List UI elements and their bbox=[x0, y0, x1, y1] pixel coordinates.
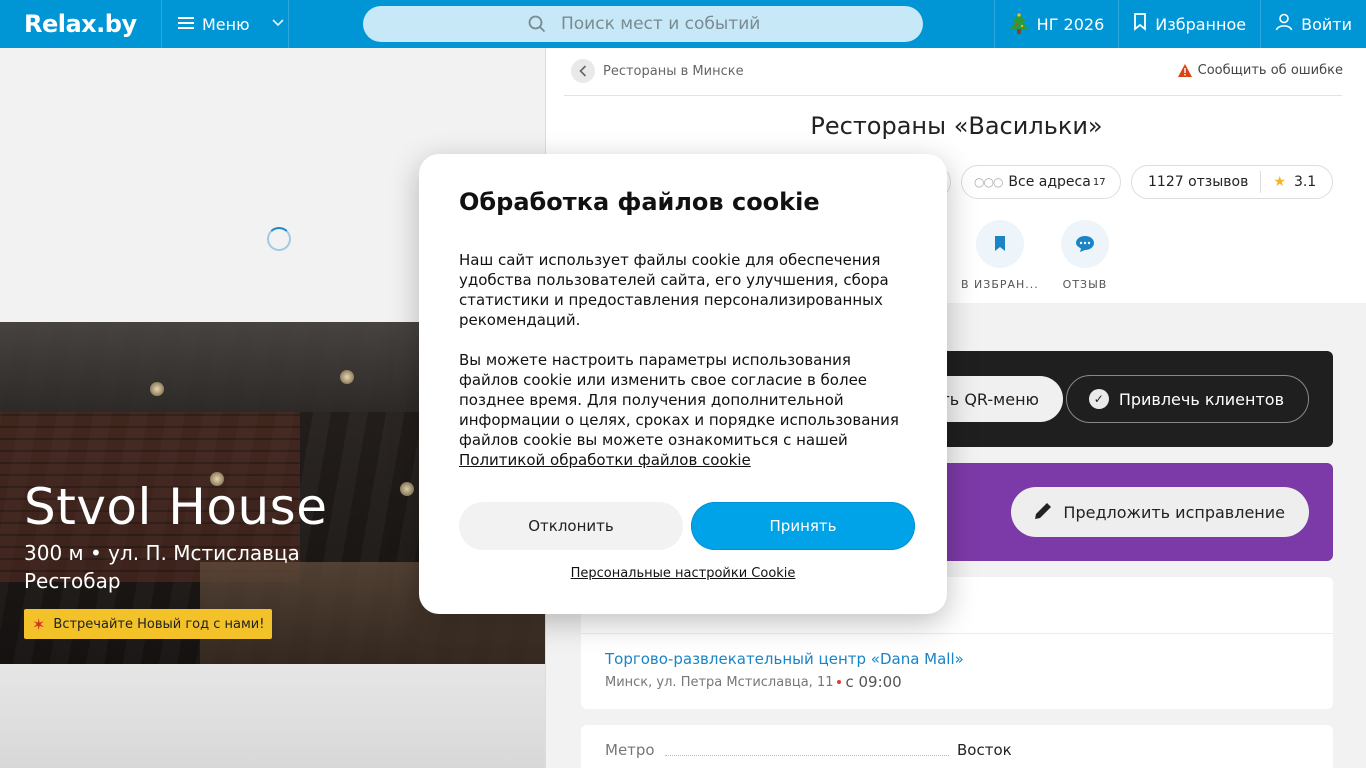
menu-label: Меню bbox=[202, 14, 250, 34]
favorites-link[interactable]: Избранное bbox=[1118, 0, 1260, 48]
cookie-consent-dialog: Обработка файлов cookie Наш сайт использ… bbox=[419, 154, 947, 614]
cookie-dialog-title: Обработка файлов cookie bbox=[459, 188, 820, 216]
chevron-down-icon bbox=[272, 18, 284, 30]
hamburger-icon bbox=[178, 15, 194, 34]
user-icon bbox=[1275, 13, 1293, 35]
decline-button[interactable]: Отклонить bbox=[459, 502, 683, 550]
accept-button[interactable]: Принять bbox=[691, 502, 915, 550]
cookie-paragraph-2-text: Вы можете настроить параметры использова… bbox=[459, 351, 899, 449]
bookmark-icon bbox=[1133, 13, 1147, 35]
search-input[interactable] bbox=[527, 14, 887, 34]
favorites-label: Избранное bbox=[1155, 14, 1247, 34]
cookie-paragraph-2: Вы можете настроить параметры использова… bbox=[459, 350, 909, 470]
new-year-label: НГ 2026 bbox=[1036, 14, 1105, 34]
menu-button[interactable]: Меню bbox=[162, 0, 289, 48]
site-logo[interactable]: Relax.by bbox=[0, 0, 162, 48]
search-bar bbox=[363, 6, 923, 42]
top-navigation-bar: Relax.by Меню НГ 2026 Избранное bbox=[0, 0, 1366, 48]
new-year-link[interactable]: НГ 2026 bbox=[993, 0, 1119, 48]
login-link[interactable]: Войти bbox=[1260, 0, 1366, 48]
personal-cookie-settings-link[interactable]: Персональные настройки Cookie bbox=[419, 566, 947, 581]
search-icon bbox=[528, 15, 546, 33]
cookie-paragraph-1: Наш сайт использует файлы cookie для обе… bbox=[459, 251, 889, 329]
christmas-tree-icon bbox=[1009, 13, 1029, 35]
login-label: Войти bbox=[1301, 14, 1352, 34]
cookie-policy-link[interactable]: Политикой обработки файлов cookie bbox=[459, 451, 751, 469]
